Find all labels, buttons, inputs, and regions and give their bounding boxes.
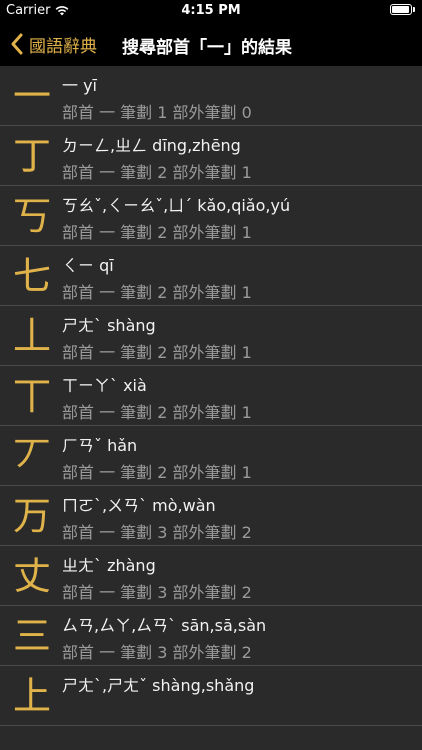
pronunciation: ㄇㄛˋ,ㄨㄢˋ mò,wàn <box>62 496 216 515</box>
battery-icon <box>390 4 416 16</box>
list-item[interactable]: 丆 ㄏㄢˇ hǎn 部首 一 筆劃 2 部外筆劃 1 <box>0 426 422 486</box>
status-time: 4:15 PM <box>181 3 241 18</box>
list-item[interactable]: 丂 ㄎㄠˇ,ㄑㄧㄠˇ,ㄩˊ kǎo,qiǎo,yú 部首 一 筆劃 2 部外筆劃… <box>0 186 422 246</box>
stroke-info: 部首 一 筆劃 3 部外筆劃 2 <box>62 583 252 602</box>
navigation-bar: 國語辭典 搜尋部首「一」的結果 <box>0 22 422 66</box>
back-button[interactable]: 國語辭典 <box>10 30 97 58</box>
stroke-info: 部首 一 筆劃 2 部外筆劃 1 <box>62 463 252 482</box>
pronunciation: ㄎㄠˇ,ㄑㄧㄠˇ,ㄩˊ kǎo,qiǎo,yú <box>62 196 291 215</box>
pronunciation: ㄏㄢˇ hǎn <box>62 436 138 455</box>
stroke-info: 部首 一 筆劃 1 部外筆劃 0 <box>62 103 252 122</box>
radical-character: 七 <box>12 254 51 298</box>
list-item[interactable]: 丅 ㄒㄧㄚˋ xià 部首 一 筆劃 2 部外筆劃 1 <box>0 366 422 426</box>
radical-character: 三 <box>12 614 51 658</box>
radical-character: 一 <box>12 74 51 118</box>
status-bar: Carrier 4:15 PM <box>0 0 422 22</box>
list-item[interactable]: 丁 ㄉㄧㄥ,ㄓㄥ dīng,zhēng 部首 一 筆劃 2 部外筆劃 1 <box>0 126 422 186</box>
stroke-info: 部首 一 筆劃 2 部外筆劃 1 <box>62 163 252 182</box>
radical-character: 上 <box>12 674 51 718</box>
page-title: 搜尋部首「一」的結果 <box>122 38 292 58</box>
stroke-info: 部首 一 筆劃 2 部外筆劃 1 <box>62 343 252 362</box>
list-item[interactable]: 上 ㄕㄤˋ,ㄕㄤˇ shàng,shǎng <box>0 666 422 726</box>
stroke-info: 部首 一 筆劃 3 部外筆劃 2 <box>62 523 252 542</box>
pronunciation: 一 yī <box>62 76 98 95</box>
list-item[interactable]: 丄 ㄕㄤˋ shàng 部首 一 筆劃 2 部外筆劃 1 <box>0 306 422 366</box>
list-item[interactable]: 丈 ㄓㄤˋ zhàng 部首 一 筆劃 3 部外筆劃 2 <box>0 546 422 606</box>
radical-character: 丂 <box>12 194 51 238</box>
stroke-info: 部首 一 筆劃 2 部外筆劃 1 <box>62 283 252 302</box>
list-item[interactable]: 七 ㄑㄧ qī 部首 一 筆劃 2 部外筆劃 1 <box>0 246 422 306</box>
pronunciation: ㄕㄤˋ shàng <box>62 316 156 335</box>
result-list[interactable]: 一 一 yī 部首 一 筆劃 1 部外筆劃 0 丁 ㄉㄧㄥ,ㄓㄥ dīng,zh… <box>0 66 422 750</box>
radical-character: 丄 <box>12 314 51 358</box>
pronunciation: ㄑㄧ qī <box>62 256 114 275</box>
stroke-info: 部首 一 筆劃 3 部外筆劃 2 <box>62 643 252 662</box>
radical-character: 丆 <box>12 434 51 478</box>
pronunciation: ㄙㄢ,ㄙㄚ,ㄙㄢˋ sān,sā,sàn <box>62 616 267 635</box>
pronunciation: ㄕㄤˋ,ㄕㄤˇ shàng,shǎng <box>62 676 255 695</box>
pronunciation: ㄒㄧㄚˋ xià <box>62 376 147 395</box>
list-item[interactable]: 三 ㄙㄢ,ㄙㄚ,ㄙㄢˋ sān,sā,sàn 部首 一 筆劃 3 部外筆劃 2 <box>0 606 422 666</box>
chevron-left-icon <box>11 33 23 55</box>
stroke-info: 部首 一 筆劃 2 部外筆劃 1 <box>62 223 252 242</box>
radical-character: 万 <box>12 494 51 538</box>
pronunciation: ㄉㄧㄥ,ㄓㄥ dīng,zhēng <box>62 136 241 155</box>
radical-character: 丅 <box>12 374 51 418</box>
list-item[interactable]: 一 一 yī 部首 一 筆劃 1 部外筆劃 0 <box>0 66 422 126</box>
pronunciation: ㄓㄤˋ zhàng <box>62 556 156 575</box>
list-item[interactable]: 万 ㄇㄛˋ,ㄨㄢˋ mò,wàn 部首 一 筆劃 3 部外筆劃 2 <box>0 486 422 546</box>
back-button-label: 國語辭典 <box>29 36 97 57</box>
radical-character: 丁 <box>12 134 51 178</box>
radical-character: 丈 <box>12 554 51 598</box>
stroke-info: 部首 一 筆劃 2 部外筆劃 1 <box>62 403 252 422</box>
